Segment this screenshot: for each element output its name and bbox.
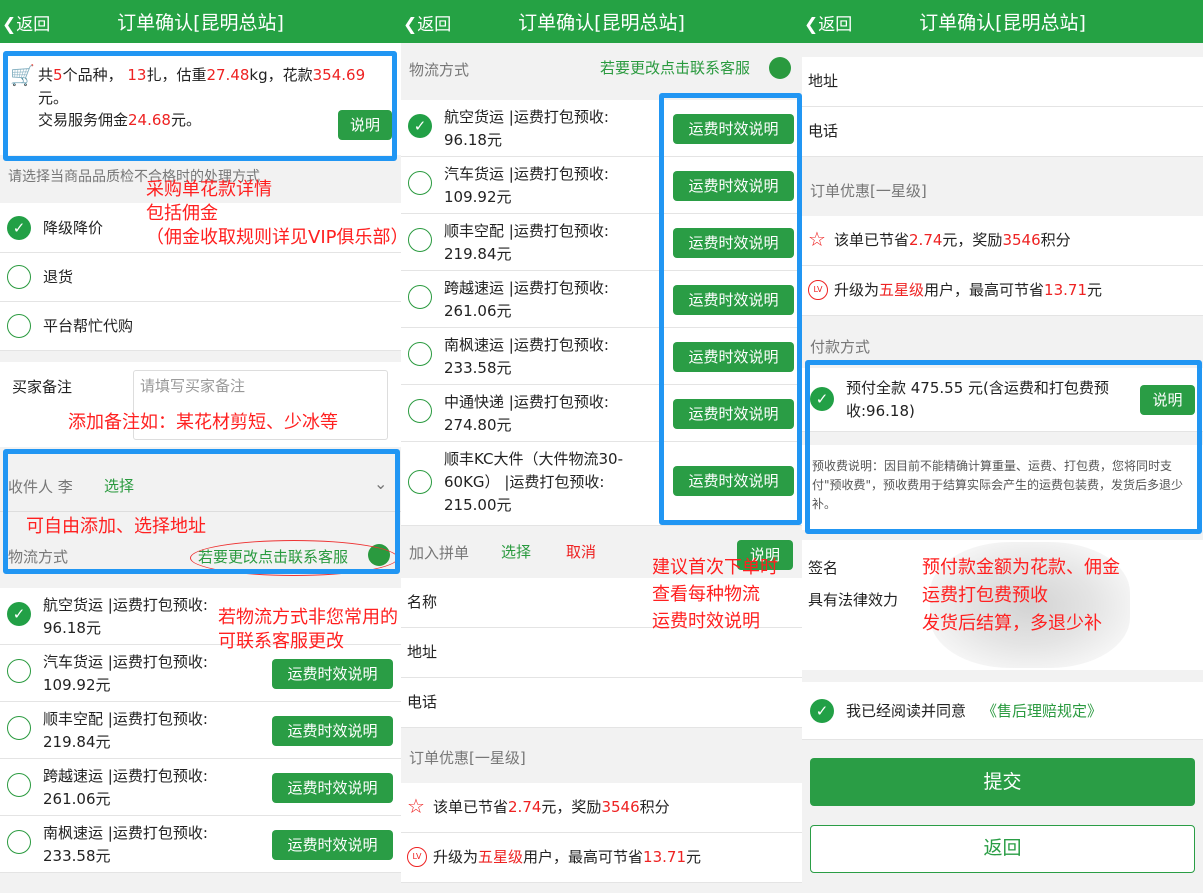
radio-icon <box>7 716 31 740</box>
discount-text: 该单已节省2.74元，奖励3546积分 <box>834 231 1071 249</box>
quality-option[interactable]: 平台帮忙代购 <box>0 302 401 351</box>
logistics-header: 物流方式 若要更改点击联系客服 <box>401 43 802 98</box>
shipping-info-button[interactable]: 运费时效说明 <box>272 830 393 860</box>
field-label: 地址 <box>808 72 839 90</box>
header: ❮返回 订单确认[昆明总站] <box>802 0 1203 43</box>
logistics-label: 物流方式 <box>409 61 470 79</box>
logistics-item[interactable]: 跨越速运 |运费打包预收: 261.06元 运费时效说明 <box>0 759 401 816</box>
discount-title: 订单优惠[一星级] <box>409 749 526 767</box>
upgrade-text: 升级为五星级用户，最高可节省13.71元 <box>834 281 1103 299</box>
logistics-text: 汽车货运 |运费打包预收: 109.92元 <box>43 653 208 694</box>
payment-title: 付款方式 <box>810 338 871 356</box>
quality-option[interactable]: 退货 <box>0 253 401 302</box>
field-label: 电话 <box>407 693 438 711</box>
annotation-note: 添加备注如：某花材剪短、少冰等 <box>68 412 338 433</box>
logistics-item[interactable]: 顺丰空配 |运费打包预收: 219.84元 运费时效说明 <box>0 702 401 759</box>
upgrade-row: LV 升级为五星级用户，最高可节省13.71元 <box>401 833 802 883</box>
highlight-box <box>805 360 1202 534</box>
page-title: 订单确认[昆明总站] <box>518 12 685 34</box>
logistics-text: 跨越速运 |运费打包预收: 261.06元 <box>444 279 609 320</box>
group-cancel[interactable]: 取消 <box>566 541 596 564</box>
group-label: 加入拼单 <box>409 544 470 562</box>
panel-payment: ❮返回 订单确认[昆明总站] 地址 电话 订单优惠[一星级] ☆ 该单已节省2.… <box>802 0 1203 893</box>
radio-icon <box>408 285 432 309</box>
shipping-info-button[interactable]: 运费时效说明 <box>272 659 393 689</box>
check-icon: ✓ <box>810 699 834 723</box>
option-label: 平台帮忙代购 <box>43 317 134 335</box>
radio-icon <box>408 228 432 252</box>
discount-text: 该单已节省2.74元，奖励3546积分 <box>433 798 670 816</box>
check-icon: ✓ <box>7 216 31 240</box>
radio-icon <box>7 265 31 289</box>
phone-field[interactable]: 电话 <box>401 678 802 728</box>
panel-logistics: ❮返回 订单确认[昆明总站] 物流方式 若要更改点击联系客服 ✓ 航空货运 |运… <box>401 0 802 893</box>
radio-icon <box>408 399 432 423</box>
upgrade-row: LV 升级为五星级用户，最高可节省13.71元 <box>802 266 1203 316</box>
option-label: 降级降价 <box>43 219 104 237</box>
upgrade-text: 升级为五星级用户，最高可节省13.71元 <box>433 848 702 866</box>
remark-label: 买家备注 <box>12 378 73 396</box>
shipping-info-button[interactable]: 运费时效说明 <box>272 773 393 803</box>
service-icon <box>769 57 791 79</box>
option-label: 退货 <box>43 268 74 286</box>
logistics-text: 跨越速运 |运费打包预收: 261.06元 <box>43 767 208 808</box>
header: ❮返回 订单确认[昆明总站] <box>401 0 802 43</box>
contact-link[interactable]: 若要更改点击联系客服 <box>600 57 750 80</box>
back-bottom-button[interactable]: 返回 <box>810 825 1195 873</box>
highlight-box <box>3 51 397 161</box>
page-title: 订单确认[昆明总站] <box>117 12 284 34</box>
check-icon: ✓ <box>7 602 31 626</box>
field-label: 名称 <box>407 593 438 611</box>
star-icon: ☆ <box>407 794 425 818</box>
logistics-text: 顺丰空配 |运费打包预收: 219.84元 <box>444 222 609 263</box>
field-label: 电话 <box>808 122 839 140</box>
header: ❮返回 订单确认[昆明总站] <box>0 0 401 43</box>
star-icon: ☆ <box>808 227 826 251</box>
address-field[interactable]: 地址 <box>802 57 1203 107</box>
address-field[interactable]: 地址 <box>401 628 802 678</box>
terms-link[interactable]: 《售后理赔规定》 <box>982 700 1102 723</box>
logistics-text: 中通快递 |运费打包预收: 274.80元 <box>444 393 609 434</box>
radio-icon <box>408 171 432 195</box>
annotation-note: 建议首次下单时 查看每种物流 运费时效说明 <box>652 557 778 632</box>
phone-field[interactable]: 电话 <box>802 107 1203 157</box>
highlight-box <box>3 449 400 574</box>
radio-icon <box>7 773 31 797</box>
logistics-text: 航空货运 |运费打包预收: 96.18元 <box>43 596 208 637</box>
agree-row[interactable]: ✓ 我已经阅读并同意 《售后理赔规定》 <box>802 682 1203 740</box>
logistics-text: 汽车货运 |运费打包预收: 109.92元 <box>444 165 609 206</box>
annotation-note: 预付款金额为花款、佣金 运费打包费预收 发货后结算，多退少补 <box>922 557 1120 634</box>
field-label: 地址 <box>407 643 438 661</box>
radio-icon <box>7 830 31 854</box>
logistics-text: 顺丰空配 |运费打包预收: 219.84元 <box>43 710 208 751</box>
annotation-note: 采购单花款详情 包括佣金 （佣金收取规则详见VIP俱乐部） <box>146 179 401 248</box>
discount-row: ☆ 该单已节省2.74元，奖励3546积分 <box>802 216 1203 266</box>
annotation-note: 若物流方式非您常用的 可联系客服更改 <box>218 607 398 652</box>
highlight-box <box>659 93 802 525</box>
radio-icon <box>7 659 31 683</box>
radio-icon <box>408 342 432 366</box>
group-select[interactable]: 选择 <box>501 541 531 564</box>
level-icon: LV <box>407 847 427 867</box>
check-icon: ✓ <box>408 114 432 138</box>
page-title: 订单确认[昆明总站] <box>919 12 1086 34</box>
logistics-text: 南枫速运 |运费打包预收: 233.58元 <box>444 336 609 377</box>
agree-text: 我已经阅读并同意 <box>846 702 967 720</box>
discount-row: ☆ 该单已节省2.74元，奖励3546积分 <box>401 783 802 833</box>
annotation-note: 可自由添加、选择地址 <box>26 516 206 537</box>
sign-label: 签名 <box>808 559 839 577</box>
logistics-text: 顺丰KC大件（大件物流30-60KG） |运费打包预收: 215.00元 <box>444 450 623 514</box>
panel-order-top: ❮返回 订单确认[昆明总站] 🛒 共5个品种， 13扎，估重27.48kg，花款… <box>0 0 401 893</box>
logistics-item[interactable]: 南枫速运 |运费打包预收: 233.58元 运费时效说明 <box>0 816 401 873</box>
shipping-info-button[interactable]: 运费时效说明 <box>272 716 393 746</box>
logistics-text: 航空货运 |运费打包预收: 96.18元 <box>444 108 609 149</box>
logistics-text: 南枫速运 |运费打包预收: 233.58元 <box>43 824 208 865</box>
radio-icon <box>7 314 31 338</box>
submit-button[interactable]: 提交 <box>810 758 1195 806</box>
discount-title: 订单优惠[一星级] <box>810 182 927 200</box>
level-icon: LV <box>808 280 828 300</box>
radio-icon <box>408 470 432 494</box>
sign-legal: 具有法律效力 <box>808 591 899 609</box>
